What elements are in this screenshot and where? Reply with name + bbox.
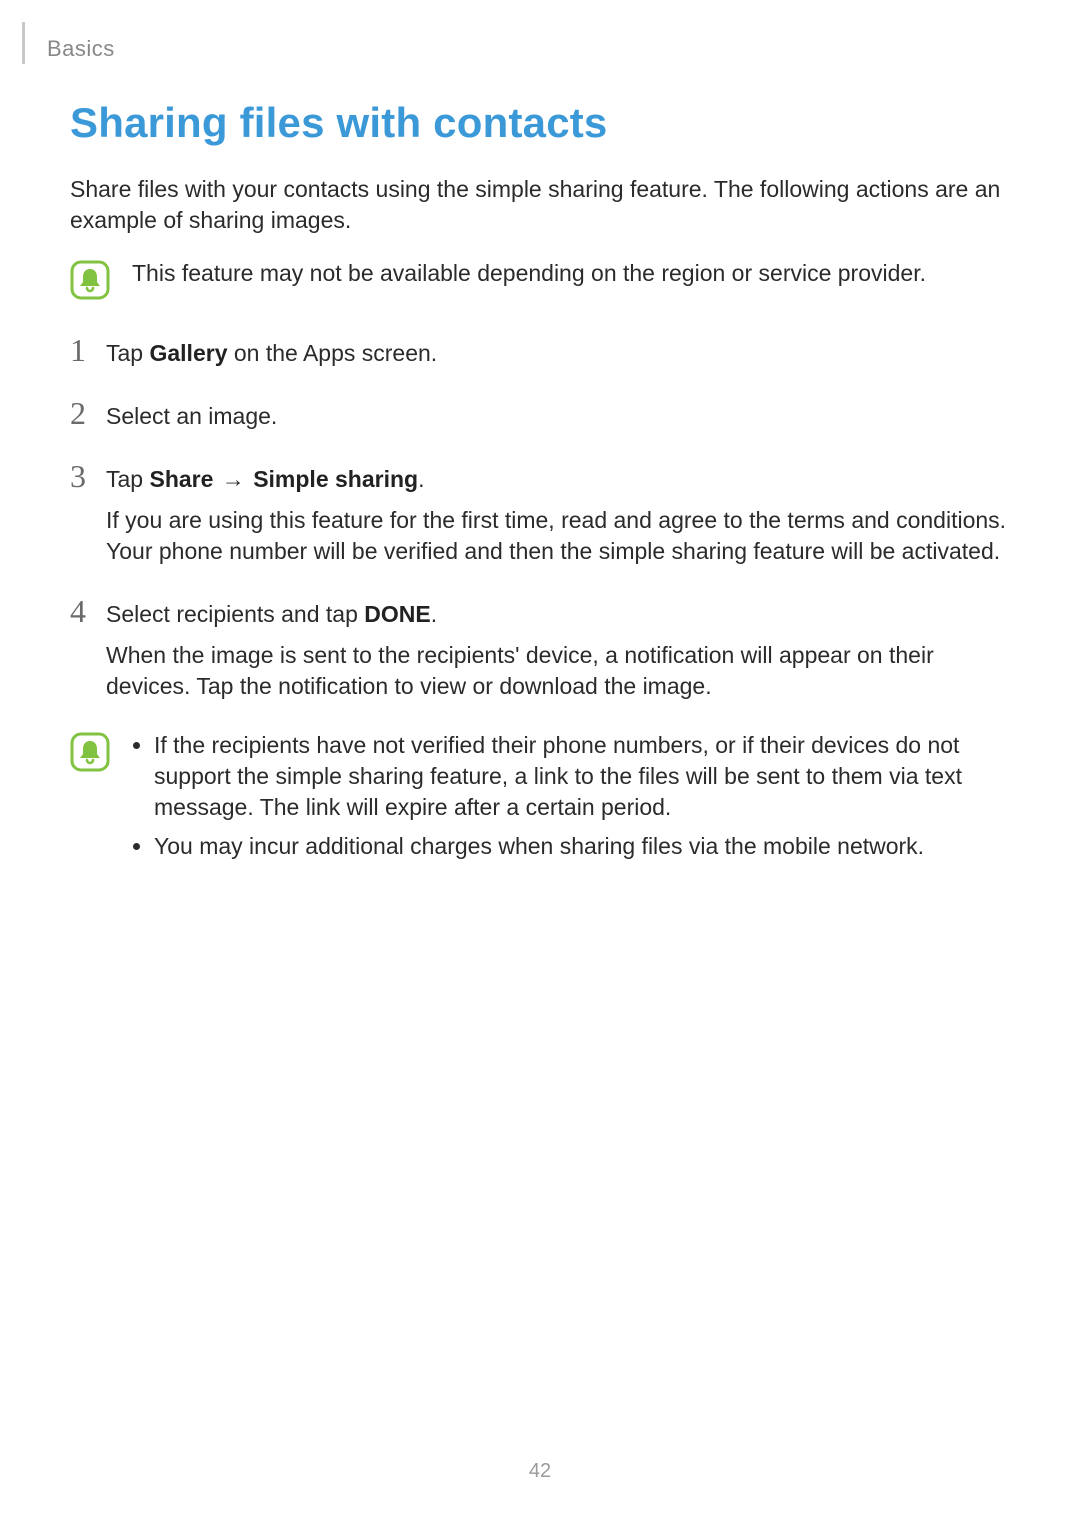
step-number: 1 <box>70 334 106 366</box>
step-text-fragment: Tap <box>106 340 149 366</box>
step-1: 1 Tap Gallery on the Apps screen. <box>70 334 1010 379</box>
step-text-fragment: Tap <box>106 466 149 492</box>
step-text-fragment: . <box>431 601 437 627</box>
intro-paragraph: Share files with your contacts using the… <box>70 174 1010 236</box>
step-1-text: Tap Gallery on the Apps screen. <box>106 338 1010 369</box>
step-bold-share: Share <box>149 466 213 492</box>
header-rule <box>22 22 25 64</box>
steps-list: 1 Tap Gallery on the Apps screen. 2 Sele… <box>70 334 1010 712</box>
page-number: 42 <box>0 1458 1080 1485</box>
note-additional-info: If the recipients have not verified thei… <box>70 730 1010 870</box>
step-3-text: Tap Share → Simple sharing. <box>106 464 1010 495</box>
step-bold-gallery: Gallery <box>149 340 227 366</box>
step-4-subtext: When the image is sent to the recipients… <box>106 640 1010 702</box>
arrow-icon: → <box>213 466 253 492</box>
step-number: 3 <box>70 460 106 492</box>
step-text-fragment: on the Apps screen. <box>227 340 437 366</box>
note-bullets: If the recipients have not verified thei… <box>132 730 1010 870</box>
step-4-text: Select recipients and tap DONE. <box>106 599 1010 630</box>
note-bullet-2: You may incur additional charges when sh… <box>154 831 1010 862</box>
step-2-text: Select an image. <box>106 401 1010 432</box>
breadcrumb: Basics <box>47 34 115 64</box>
step-2: 2 Select an image. <box>70 397 1010 442</box>
note-bullet-1: If the recipients have not verified thei… <box>154 730 1010 823</box>
page-header: Basics <box>22 22 115 64</box>
step-3-subtext: If you are using this feature for the fi… <box>106 505 1010 567</box>
page-content: Sharing files with contacts Share files … <box>70 95 1010 904</box>
step-number: 4 <box>70 595 106 627</box>
step-3: 3 Tap Share → Simple sharing. If you are… <box>70 460 1010 577</box>
bell-note-icon <box>70 732 110 772</box>
note-text-line: This feature may not be available depend… <box>132 258 1010 289</box>
step-text-fragment: . <box>418 466 424 492</box>
step-text-fragment: Select recipients and tap <box>106 601 364 627</box>
note-text: This feature may not be available depend… <box>132 258 1010 293</box>
step-number: 2 <box>70 397 106 429</box>
page-title: Sharing files with contacts <box>70 95 1010 152</box>
step-bold-done: DONE <box>364 601 430 627</box>
step-bold-simple-sharing: Simple sharing <box>253 466 418 492</box>
note-availability: This feature may not be available depend… <box>70 258 1010 300</box>
step-4: 4 Select recipients and tap DONE. When t… <box>70 595 1010 712</box>
bell-note-icon <box>70 260 110 300</box>
